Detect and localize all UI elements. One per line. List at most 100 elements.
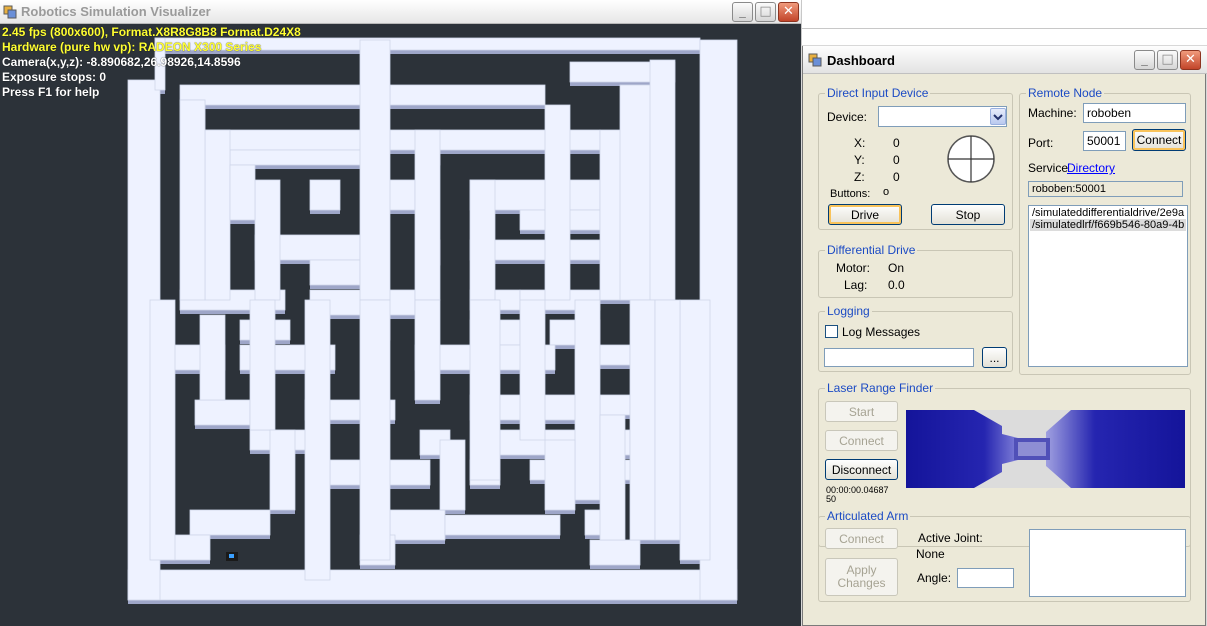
dashboard-window: Dashboard _ □ ✕ Direct Input Device Devi…: [802, 46, 1207, 626]
logging-title: Logging: [825, 304, 872, 318]
maze-wall: [359, 299, 391, 561]
maze-wall: [179, 99, 206, 301]
device-label: Device:: [827, 110, 868, 124]
laser-timestamp: 00:00:00.04687: [826, 485, 889, 495]
chevron-down-icon[interactable]: [990, 108, 1006, 125]
laser-range-display: [906, 410, 1185, 488]
machine-label: Machine:: [1028, 106, 1077, 120]
joint-list[interactable]: [1029, 529, 1186, 597]
maze-wall: [149, 299, 176, 561]
minimize-button[interactable]: _: [732, 2, 753, 22]
hud-fps: 2.45 fps (800x600), Format.X8R8G8B8 Form…: [2, 25, 301, 39]
maze-wall: [269, 429, 296, 511]
port-input[interactable]: 50001: [1083, 131, 1126, 151]
buttons-value: o: [883, 186, 890, 198]
x-label: X:: [854, 136, 866, 150]
direct-input-group: Direct Input Device Device: X: 0 Y: 0 Z:…: [818, 86, 1013, 230]
app-icon: [808, 53, 822, 67]
maze-wall: [469, 299, 501, 481]
maze-wall: [519, 299, 546, 441]
lag-value: 0.0: [888, 278, 905, 292]
maze-wall: [649, 59, 676, 301]
log-file-input[interactable]: [824, 348, 974, 367]
laser-disconnect-button[interactable]: Disconnect: [825, 459, 898, 480]
maze-wall: [304, 299, 331, 581]
maze-wall: [127, 569, 738, 601]
maze-wall: [229, 149, 366, 166]
motor-value: On: [888, 261, 905, 275]
maze-wall: [599, 414, 626, 541]
service-label: Service: [1028, 161, 1069, 175]
laser-title: Laser Range Finder: [825, 381, 936, 395]
visualizer-titlebar[interactable]: Robotics Simulation Visualizer _ □ ✕: [0, 0, 801, 24]
maximize-button[interactable]: □: [1157, 50, 1178, 70]
maze-wall: [544, 104, 571, 301]
maze-wall: [629, 299, 656, 541]
remote-node-title: Remote Node: [1026, 86, 1105, 100]
maze-wall: [589, 539, 641, 566]
maze-wall: [309, 259, 361, 286]
services-list[interactable]: /simulateddifferentialdrive/2e9a /simula…: [1028, 205, 1188, 367]
hud-camera: Camera(x,y,z): -8.890682,26.98926,14.859…: [2, 55, 241, 69]
angle-input[interactable]: [957, 568, 1014, 588]
z-value: 0: [893, 170, 900, 184]
maze-wall: [389, 84, 546, 106]
direct-input-title: Direct Input Device: [825, 86, 931, 100]
device-select[interactable]: [878, 106, 1007, 127]
machine-input[interactable]: roboben: [1083, 103, 1186, 123]
service-address: roboben:50001: [1028, 181, 1183, 197]
maze-wall: [414, 299, 441, 401]
maze-scene-viewport[interactable]: [0, 24, 801, 626]
dashboard-titlebar[interactable]: Dashboard _ □ ✕: [803, 46, 1207, 74]
stop-button[interactable]: Stop: [931, 204, 1005, 225]
visualizer-window: Robotics Simulation Visualizer _ □ ✕ 2.4…: [0, 0, 801, 626]
arm-connect-button[interactable]: Connect: [825, 528, 898, 549]
visualizer-title: Robotics Simulation Visualizer: [21, 4, 211, 19]
differential-drive-group: Differential Drive Motor: On Lag: 0.0: [818, 243, 1013, 298]
maze-wall: [194, 399, 251, 426]
remote-node-group: Remote Node Machine: roboben Port: 50001…: [1019, 86, 1191, 375]
hud-exposure: Exposure stops: 0: [2, 70, 107, 84]
maze-wall: [679, 299, 711, 561]
maze-wall: [544, 439, 576, 511]
lag-label: Lag:: [844, 278, 868, 292]
dashboard-title: Dashboard: [827, 53, 895, 68]
apply-changes-label-line2: Changes: [837, 576, 886, 590]
buttons-label: Buttons:: [830, 188, 871, 200]
background-strip: [801, 0, 1207, 45]
z-label: Z:: [854, 170, 865, 184]
directory-link[interactable]: Directory: [1067, 161, 1115, 175]
maze-wall: [654, 299, 681, 541]
laser-start-button[interactable]: Start: [825, 401, 898, 422]
minimize-button[interactable]: _: [1134, 50, 1155, 70]
x-value: 0: [893, 136, 900, 150]
list-item[interactable]: /simulatedlrf/f669b546-80a9-4b: [1030, 219, 1186, 231]
maze-wall: [414, 129, 441, 301]
maze-wall: [439, 439, 466, 511]
port-label: Port:: [1028, 136, 1054, 150]
browse-button[interactable]: ...: [982, 347, 1007, 368]
maze-wall: [189, 509, 271, 536]
close-button[interactable]: ✕: [1180, 50, 1201, 70]
maze-wall: [254, 179, 281, 301]
angle-label: Angle:: [917, 571, 952, 585]
y-label: Y:: [854, 153, 865, 167]
maze-wall: [599, 394, 631, 416]
drive-button[interactable]: Drive: [828, 204, 902, 225]
motor-label: Motor:: [836, 261, 871, 275]
log-messages-checkbox[interactable]: [825, 325, 838, 338]
close-button[interactable]: ✕: [778, 2, 799, 22]
maze-wall: [389, 509, 446, 541]
connect-button[interactable]: Connect: [1132, 129, 1186, 151]
active-joint-label: Active Joint:: [918, 531, 983, 545]
hud-help: Press F1 for help: [2, 85, 100, 99]
maze-wall: [359, 39, 391, 301]
app-icon: [3, 5, 17, 19]
differential-drive-title: Differential Drive: [825, 243, 918, 257]
apply-changes-button[interactable]: Apply Changes: [825, 558, 898, 596]
laser-connect-button[interactable]: Connect: [825, 430, 898, 451]
list-item[interactable]: /simulateddifferentialdrive/2e9a: [1030, 207, 1186, 219]
joystick-crosshair-icon: [947, 135, 995, 183]
robot-marker: [226, 552, 238, 561]
maximize-button[interactable]: □: [755, 2, 776, 22]
